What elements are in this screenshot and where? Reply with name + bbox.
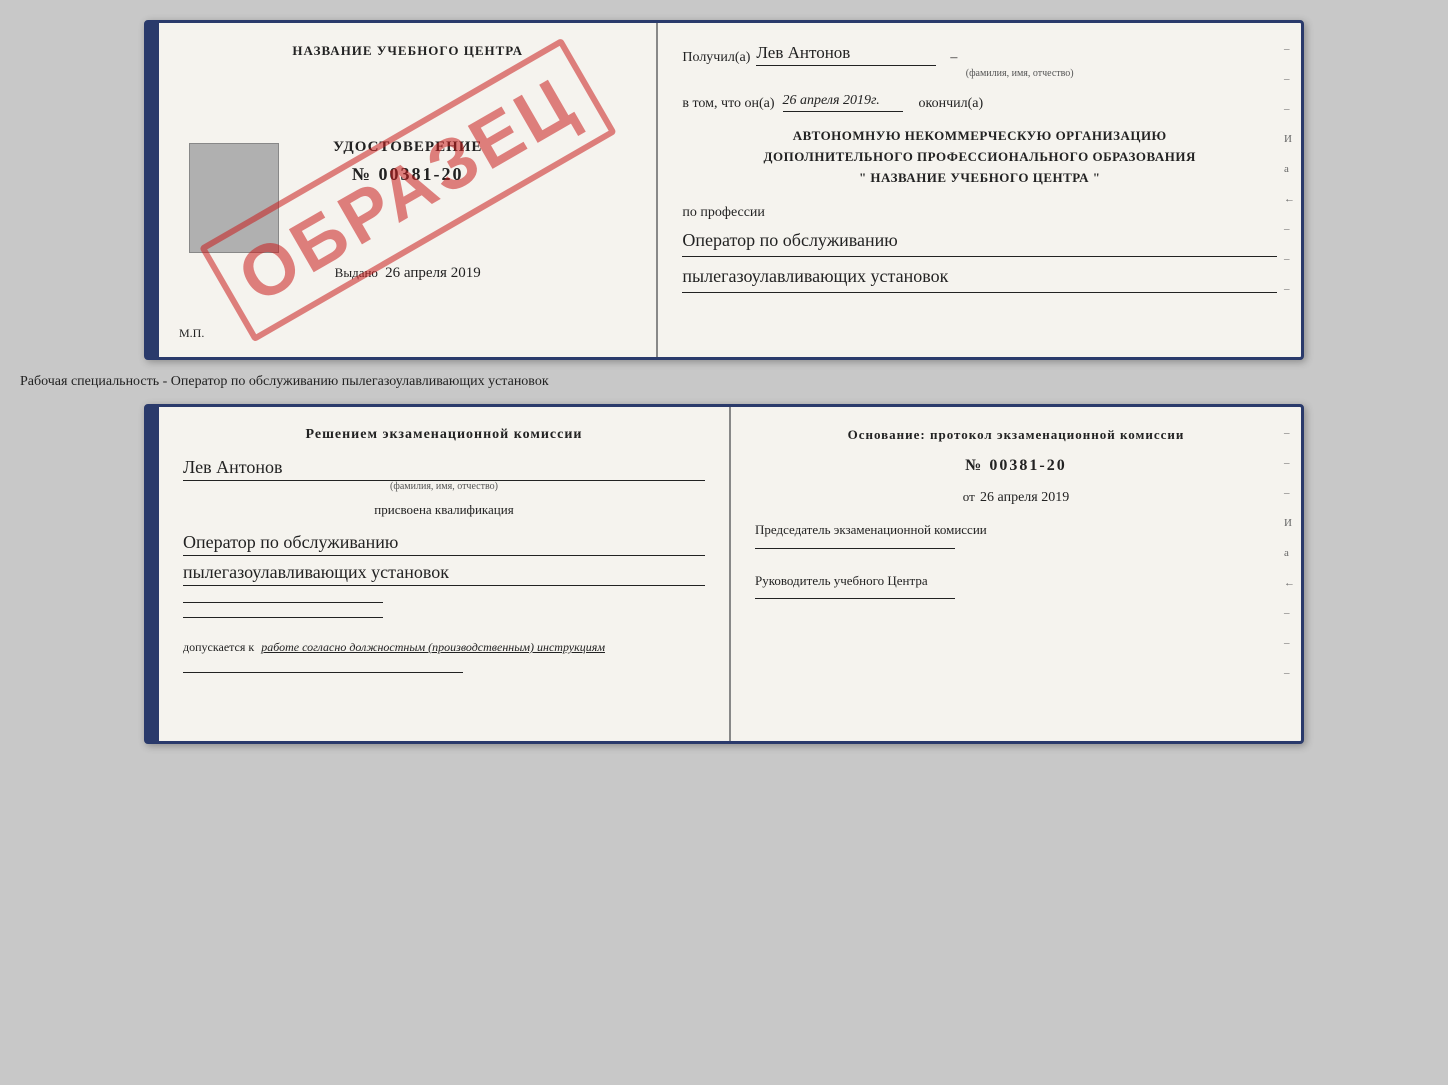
right-side-marks-bottom: – – – И а ← – – – bbox=[1284, 427, 1295, 679]
bottom-fio-sublabel: (фамилия, имя, отчество) bbox=[183, 481, 705, 492]
dash1: – bbox=[950, 50, 957, 66]
allowed-prefix: допускается к bbox=[183, 640, 254, 654]
middle-specialty-label: Рабочая специальность - Оператор по обсл… bbox=[20, 370, 549, 394]
recipient-label: Получил(а) bbox=[682, 50, 750, 66]
date-prefix: от bbox=[963, 489, 975, 504]
recipient-line: Получил(а) Лев Антонов – bbox=[682, 43, 1277, 66]
in-that-label: в том, что он(а) bbox=[682, 96, 774, 112]
book-spine-bottom bbox=[147, 407, 159, 741]
basis-title: Основание: протокол экзаменационной коми… bbox=[755, 427, 1277, 443]
institution-name-top: НАЗВАНИЕ УЧЕБНОГО ЦЕНТРА bbox=[292, 43, 523, 59]
qualification-block: Оператор по обслуживанию пылегазоулавлив… bbox=[183, 528, 705, 586]
signature-line-1 bbox=[183, 602, 383, 603]
protocol-date-line: от 26 апреля 2019 bbox=[755, 489, 1277, 506]
org-line3: " НАЗВАНИЕ УЧЕБНОГО ЦЕНТРА " bbox=[682, 168, 1277, 189]
org-line2: ДОПОЛНИТЕЛЬНОГО ПРОФЕССИОНАЛЬНОГО ОБРАЗО… bbox=[682, 147, 1277, 168]
profession-label: по профессии bbox=[682, 205, 765, 220]
completed-label: окончил(а) bbox=[919, 96, 984, 112]
issued-label: Выдано bbox=[335, 265, 378, 280]
cert-type-label: УДОСТОВЕРЕНИЕ bbox=[333, 139, 483, 156]
bottom-book-spread: Решением экзаменационной комиссии Лев Ан… bbox=[144, 404, 1304, 744]
protocol-date-value: 26 апреля 2019 bbox=[980, 490, 1069, 505]
cert-number: № 00381-20 bbox=[333, 164, 483, 185]
completed-date: 26 апреля 2019г. bbox=[783, 93, 903, 112]
top-book-spread: НАЗВАНИЕ УЧЕБНОГО ЦЕНТРА ОБРАЗЕЦ УДОСТОВ… bbox=[144, 20, 1304, 360]
chairman-label: Председатель экзаменационной комиссии bbox=[755, 520, 1277, 549]
profession-block: по профессии Оператор по обслуживанию пы… bbox=[682, 202, 1277, 293]
org-block: АВТОНОМНУЮ НЕКОММЕРЧЕСКУЮ ОРГАНИЗАЦИЮ ДО… bbox=[682, 126, 1277, 188]
signature-line-3 bbox=[183, 672, 463, 673]
allowed-text-block: допускается к работе согласно должностны… bbox=[183, 638, 705, 656]
director-label: Руководитель учебного Центра bbox=[755, 571, 1277, 600]
bottom-recipient-name: Лев Антонов bbox=[183, 457, 705, 481]
profession-line1: Оператор по обслуживанию bbox=[682, 227, 1277, 257]
top-right-page: Получил(а) Лев Антонов – (фамилия, имя, … bbox=[658, 23, 1301, 357]
recipient-name-top: Лев Антонов bbox=[756, 43, 936, 66]
mp-label: М.П. bbox=[179, 326, 204, 341]
issued-date: 26 апреля 2019 bbox=[385, 265, 481, 281]
photo-placeholder bbox=[189, 143, 279, 253]
qualification-label: присвоена квалификация bbox=[183, 502, 705, 518]
fio-sublabel-top: (фамилия, имя, отчество) bbox=[762, 68, 1277, 79]
bottom-left-page: Решением экзаменационной комиссии Лев Ан… bbox=[159, 407, 731, 741]
certificate-page: НАЗВАНИЕ УЧЕБНОГО ЦЕНТРА ОБРАЗЕЦ УДОСТОВ… bbox=[20, 20, 1428, 744]
chairman-signature-line bbox=[755, 548, 955, 549]
decision-title: Решением экзаменационной комиссии bbox=[183, 427, 705, 443]
bottom-right-page: Основание: протокол экзаменационной коми… bbox=[731, 407, 1301, 741]
director-signature-line bbox=[755, 598, 955, 599]
completed-line: в том, что он(а) 26 апреля 2019г. окончи… bbox=[682, 93, 1277, 112]
signature-line-2 bbox=[183, 617, 383, 618]
qual-line1: Оператор по обслуживанию bbox=[183, 532, 705, 556]
allowed-text-content: работе согласно должностным (производств… bbox=[261, 640, 605, 654]
qual-line2: пылегазоулавливающих установок bbox=[183, 562, 705, 586]
book-spine-top bbox=[147, 23, 159, 357]
top-left-page: НАЗВАНИЕ УЧЕБНОГО ЦЕНТРА ОБРАЗЕЦ УДОСТОВ… bbox=[159, 23, 658, 357]
issued-line: Выдано 26 апреля 2019 bbox=[335, 265, 481, 282]
org-line1: АВТОНОМНУЮ НЕКОММЕРЧЕСКУЮ ОРГАНИЗАЦИЮ bbox=[682, 126, 1277, 147]
profession-line2: пылегазоулавливающих установок bbox=[682, 263, 1277, 293]
right-side-marks-top: – – – И а ← – – – bbox=[1284, 43, 1295, 295]
protocol-number: № 00381-20 bbox=[755, 457, 1277, 475]
